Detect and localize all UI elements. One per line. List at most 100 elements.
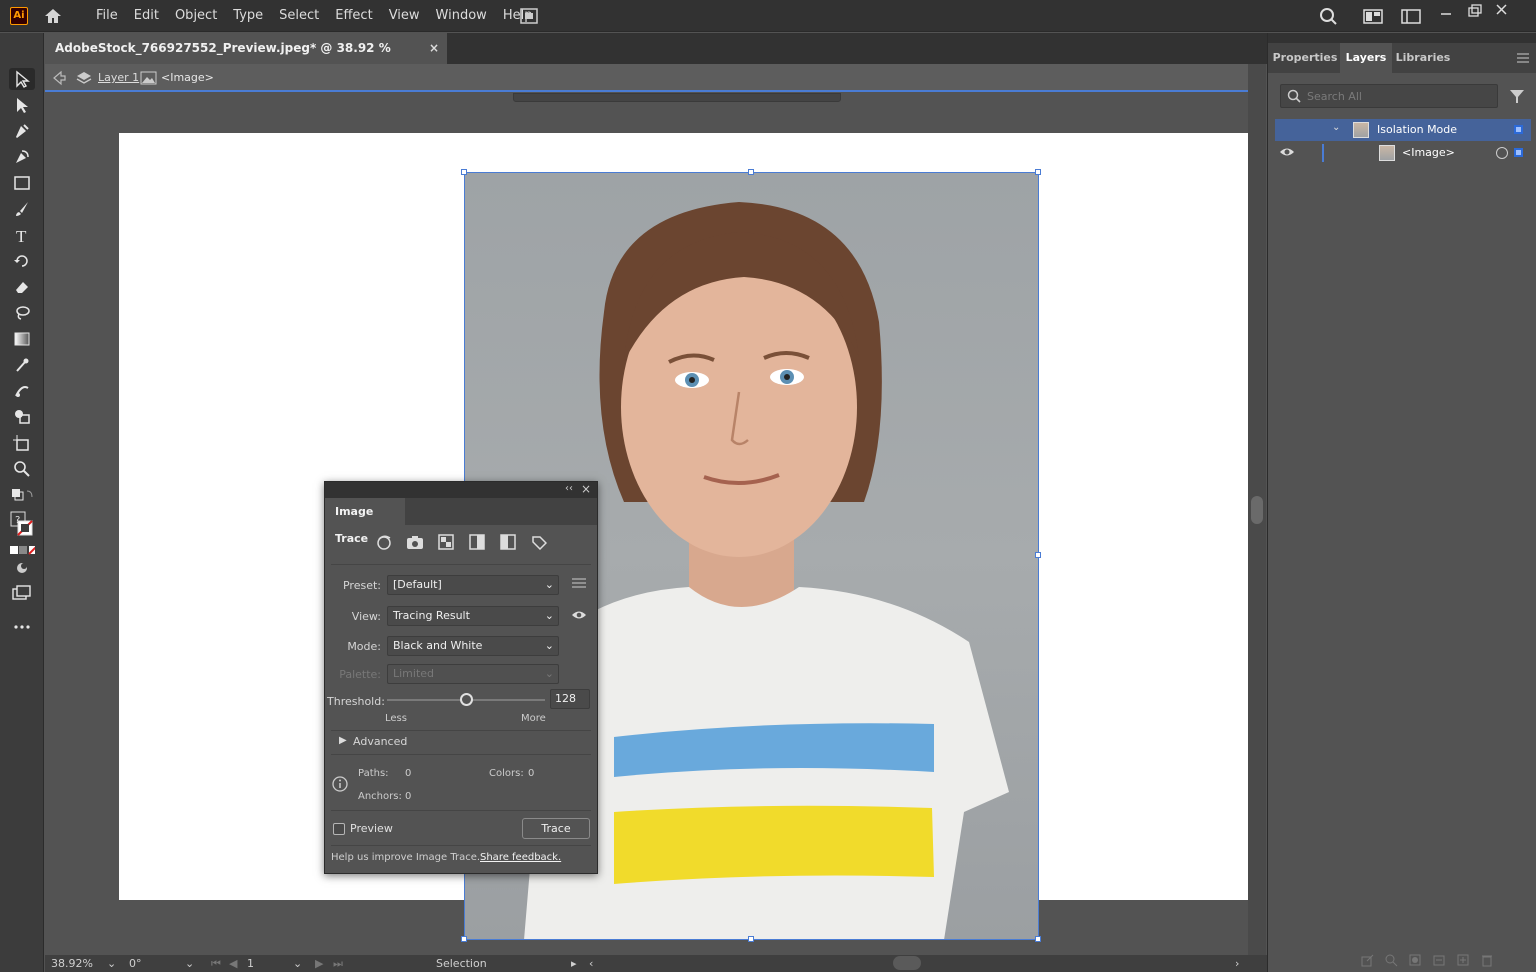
- menu-effect[interactable]: Effect: [327, 0, 380, 32]
- eyedropper-tool-icon[interactable]: [9, 354, 35, 376]
- direct-selection-tool-icon[interactable]: [9, 94, 35, 116]
- scroll-left-icon[interactable]: ‹: [589, 957, 593, 970]
- layer-row-image[interactable]: <Image>: [1275, 142, 1531, 164]
- view-select[interactable]: Tracing Result ⌄: [387, 606, 559, 626]
- target-icon[interactable]: [1496, 147, 1508, 159]
- zoom-level[interactable]: 38.92%: [51, 957, 93, 970]
- selection-indicator[interactable]: [1514, 125, 1523, 134]
- menu-object[interactable]: Object: [167, 0, 225, 32]
- curvature-tool-icon[interactable]: [9, 146, 35, 168]
- resize-handle[interactable]: [1035, 936, 1041, 942]
- rotation-dropdown-icon[interactable]: ⌄: [185, 957, 194, 970]
- preset-list-icon[interactable]: [572, 577, 586, 592]
- more-tools-icon[interactable]: [9, 616, 35, 638]
- low-color-icon[interactable]: [436, 532, 456, 552]
- tab-libraries[interactable]: Libraries: [1394, 43, 1452, 73]
- paintbrush-tool-icon[interactable]: [9, 198, 35, 220]
- first-artboard-icon[interactable]: ⏮: [211, 957, 221, 971]
- layers-search[interactable]: [1280, 84, 1498, 108]
- rotation-value[interactable]: 0°: [129, 957, 142, 970]
- layer-row-isolation[interactable]: ⌄ Isolation Mode: [1275, 119, 1531, 141]
- triangle-right-icon[interactable]: ▶: [339, 735, 347, 746]
- layer-name[interactable]: <Image>: [1402, 146, 1455, 159]
- preset-select[interactable]: [Default] ⌄: [387, 575, 559, 595]
- lasso-tool-icon[interactable]: [9, 302, 35, 324]
- horizontal-scrollbar-thumb[interactable]: [893, 956, 921, 970]
- resize-handle[interactable]: [1035, 552, 1041, 558]
- menu-select[interactable]: Select: [271, 0, 327, 32]
- swap-fill-stroke-icon[interactable]: [9, 485, 35, 507]
- breadcrumb-layer[interactable]: Layer 1: [98, 71, 139, 84]
- screen-mode-icon[interactable]: [9, 582, 35, 604]
- threshold-slider-handle[interactable]: [459, 693, 473, 706]
- filter-icon[interactable]: [1509, 88, 1525, 107]
- menu-file[interactable]: File: [88, 0, 126, 32]
- layers-search-input[interactable]: [1307, 87, 1492, 105]
- rotate-tool-icon[interactable]: [9, 250, 35, 272]
- tab-properties[interactable]: Properties: [1272, 43, 1338, 73]
- menu-window[interactable]: Window: [428, 0, 495, 32]
- eye-icon[interactable]: [571, 609, 587, 624]
- layer-name[interactable]: Isolation Mode: [1377, 123, 1457, 136]
- advanced-toggle[interactable]: Advanced: [353, 735, 407, 748]
- artboard-tool-icon[interactable]: [9, 432, 35, 454]
- draw-mode-icon[interactable]: [9, 557, 35, 579]
- resize-handle[interactable]: [748, 936, 754, 942]
- artboard-dropdown-icon[interactable]: ⌄: [293, 957, 302, 970]
- artboard-number[interactable]: 1: [247, 957, 254, 970]
- resize-handle[interactable]: [748, 169, 754, 175]
- zoom-tool-icon[interactable]: [9, 458, 35, 480]
- panel-menu-icon[interactable]: [1513, 43, 1533, 73]
- fill-stroke-swatch-icon[interactable]: ?: [9, 509, 35, 539]
- selection-indicator[interactable]: [1514, 148, 1523, 157]
- resize-handle[interactable]: [461, 169, 467, 175]
- status-menu-arrow-icon[interactable]: ▸: [571, 957, 577, 970]
- auto-color-icon[interactable]: [374, 532, 394, 552]
- outline-icon[interactable]: [529, 532, 549, 552]
- canvas[interactable]: [45, 93, 1248, 955]
- resize-handle[interactable]: [1035, 169, 1041, 175]
- eraser-tool-icon[interactable]: [9, 276, 35, 298]
- gradient-tool-icon[interactable]: [9, 328, 35, 350]
- black-and-white-icon[interactable]: [498, 532, 518, 552]
- context-task-bar[interactable]: [513, 93, 841, 102]
- pen-tool-icon[interactable]: [9, 120, 35, 142]
- scrollbar-thumb[interactable]: [1251, 496, 1263, 524]
- trace-button[interactable]: Trace: [522, 818, 590, 839]
- close-icon[interactable]: ×: [581, 482, 591, 496]
- close-document-button[interactable]: ×: [429, 33, 439, 63]
- selection-tool-icon[interactable]: [9, 68, 35, 90]
- scroll-right-icon[interactable]: ›: [1235, 957, 1239, 970]
- high-color-icon[interactable]: [405, 532, 425, 552]
- threshold-input[interactable]: 128: [550, 689, 590, 709]
- document-tab[interactable]: AdobeStock_766927552_Preview.jpeg* @ 38.…: [45, 33, 447, 85]
- eye-visibility-icon[interactable]: [1279, 145, 1295, 162]
- arrange-documents-icon[interactable]: [519, 6, 539, 26]
- chevron-down-icon[interactable]: ⌄: [1332, 122, 1340, 133]
- shape-builder-tool-icon[interactable]: [9, 406, 35, 428]
- last-artboard-icon[interactable]: ⏭: [333, 957, 343, 971]
- next-artboard-icon[interactable]: ▶: [315, 957, 323, 970]
- menu-view[interactable]: View: [381, 0, 428, 32]
- tab-layers[interactable]: Layers: [1340, 43, 1392, 73]
- artboard[interactable]: [119, 133, 1248, 942]
- breadcrumb-object[interactable]: <Image>: [161, 71, 214, 84]
- previous-artboard-icon[interactable]: ◀: [229, 957, 237, 970]
- preview-label[interactable]: Preview: [350, 822, 393, 835]
- collapse-icon[interactable]: ‹‹: [565, 483, 573, 494]
- image-trace-titlebar[interactable]: ‹‹ ×: [325, 482, 597, 498]
- preview-checkbox[interactable]: [333, 823, 345, 835]
- resize-handle[interactable]: [461, 936, 467, 942]
- menu-edit[interactable]: Edit: [126, 0, 167, 32]
- grayscale-icon[interactable]: [467, 532, 487, 552]
- menu-type[interactable]: Type: [225, 0, 271, 32]
- vertical-scrollbar[interactable]: [1248, 64, 1266, 955]
- rectangle-tool-icon[interactable]: [9, 172, 35, 194]
- home-icon[interactable]: [42, 6, 64, 26]
- type-tool-icon[interactable]: T: [9, 224, 35, 246]
- blend-tool-icon[interactable]: [9, 380, 35, 402]
- share-feedback-link[interactable]: Share feedback.: [480, 852, 561, 863]
- mode-select[interactable]: Black and White ⌄: [387, 636, 559, 656]
- zoom-dropdown-icon[interactable]: ⌄: [107, 957, 116, 970]
- back-arrow-icon[interactable]: [51, 70, 67, 89]
